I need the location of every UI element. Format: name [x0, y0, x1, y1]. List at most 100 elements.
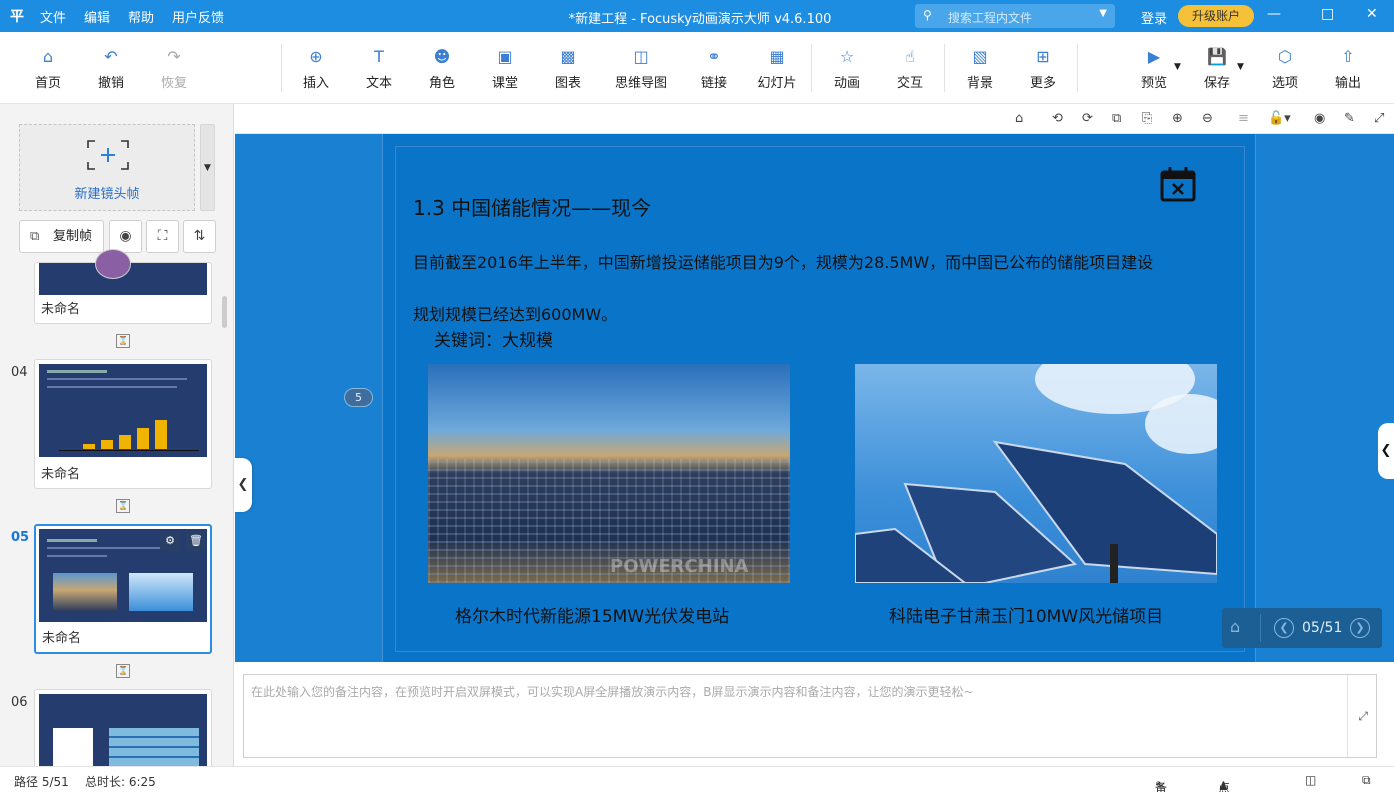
- menu-feedback[interactable]: 用户反馈: [172, 7, 224, 26]
- slide-paragraph-1[interactable]: 目前截至2016年上半年，中国新增投运储能项目为9个，规模为28.5MW，而中国…: [413, 249, 1153, 273]
- gear-icon: ⬡: [1278, 47, 1292, 66]
- maximize-icon[interactable]: □: [1321, 6, 1334, 22]
- lock-icon[interactable]: 🔓▾: [1268, 111, 1291, 126]
- solar-farm-photo[interactable]: POWERCHINA: [428, 364, 790, 583]
- frame-preview: [39, 529, 207, 622]
- new-frame-button[interactable]: 新建镜头帧: [19, 124, 195, 211]
- transition-icon[interactable]: ⌛: [116, 664, 130, 678]
- export-icon: ⇧: [1341, 47, 1355, 66]
- frame-thumbnail[interactable]: 未命名: [34, 249, 212, 324]
- previous-slide-button[interactable]: ❮: [1274, 618, 1294, 638]
- options-button[interactable]: ⬡ 选项: [1257, 46, 1313, 91]
- insert-button[interactable]: ⊕ 插入: [288, 46, 344, 91]
- solar-panels-photo[interactable]: [855, 364, 1217, 583]
- new-frame-label: 新建镜头帧: [74, 187, 140, 202]
- export-window-icon[interactable]: ⧉: [1362, 773, 1371, 788]
- copy-frame-label: 复制帧: [53, 229, 93, 244]
- link-button[interactable]: ⚭ 链接: [686, 46, 742, 91]
- navigator-divider: [1260, 614, 1261, 642]
- screen-icon[interactable]: ◫: [1305, 773, 1316, 787]
- rotate-right-icon[interactable]: ⟳: [1082, 111, 1093, 126]
- search-box[interactable]: ⚲ 搜索工程内文件 ▼: [915, 4, 1115, 28]
- photo-caption-2[interactable]: 科陆电子甘肃玉门10MW风光储项目: [889, 602, 1163, 627]
- paste-icon[interactable]: ⎘: [1142, 111, 1152, 126]
- zoom-in-icon[interactable]: ⊕: [1172, 111, 1183, 126]
- role-label: 角色: [428, 76, 455, 91]
- delete-icon[interactable]: 🗑: [186, 531, 206, 551]
- text-button[interactable]: T 文本: [351, 46, 407, 91]
- transition-icon[interactable]: ⌛: [116, 334, 130, 348]
- preview-dropdown-icon[interactable]: ▼: [1174, 62, 1181, 72]
- upgrade-button[interactable]: 升级账户: [1178, 5, 1254, 27]
- link-label: 链接: [700, 76, 727, 91]
- photo-caption-1[interactable]: 格尔木时代新能源15MW光伏发电站: [455, 602, 729, 627]
- home-button[interactable]: ⌂ 首页: [20, 46, 76, 91]
- status-bar: 路径 5/51 总时长: 6:25 ✎ 备注 ♟ 点名 ◫ ⧉: [0, 766, 1394, 792]
- expand-notes-icon[interactable]: ⤢: [1358, 709, 1368, 724]
- photo-watermark: POWERCHINA: [610, 556, 749, 577]
- slide-button[interactable]: ▦ 幻灯片: [749, 46, 805, 91]
- fit-frame-button[interactable]: ⛶: [146, 220, 179, 253]
- classroom-button[interactable]: ▣ 课堂: [477, 46, 533, 91]
- align-icon[interactable]: ≡: [1238, 111, 1249, 126]
- camera-icon: ◉: [119, 228, 132, 244]
- frame-name: 未命名: [41, 302, 81, 317]
- frame-number: 05: [11, 530, 30, 545]
- frame-thumbnail[interactable]: 未命名: [34, 359, 212, 489]
- slide-paragraph-2[interactable]: 规划规模已经达到600MW。: [413, 301, 617, 325]
- close-icon[interactable]: ✕: [1366, 6, 1378, 22]
- interact-button[interactable]: ☝ 交互: [882, 46, 938, 91]
- home-icon[interactable]: ⌂: [1230, 617, 1240, 636]
- more-button[interactable]: ⊞ 更多: [1015, 46, 1071, 91]
- chart-button[interactable]: ▩ 图表: [540, 46, 596, 91]
- home-view-icon[interactable]: ⌂: [1015, 111, 1023, 126]
- undo-button[interactable]: ↶ 撤销: [83, 46, 139, 91]
- menu-file[interactable]: 文件: [40, 7, 66, 26]
- calendar-x-icon[interactable]: [1159, 165, 1197, 203]
- copy-icon[interactable]: ⧉: [1112, 111, 1121, 126]
- slide-title[interactable]: 1.3 中国储能情况——现今: [413, 192, 651, 221]
- edit-icon[interactable]: ✎: [1344, 111, 1355, 126]
- copy-frame-button[interactable]: ⧉ 复制帧: [19, 220, 104, 253]
- background-button[interactable]: ▧ 背景: [952, 46, 1008, 91]
- slide-keyword[interactable]: 关键词：大规模: [434, 326, 553, 351]
- settings-icon[interactable]: ⚙: [160, 531, 180, 551]
- path-counter: 路径 5/51: [14, 775, 69, 789]
- role-button[interactable]: ☻ 角色: [414, 46, 470, 91]
- zoom-out-icon[interactable]: ⊖: [1202, 111, 1213, 126]
- collapse-left-panel-button[interactable]: ❮: [234, 458, 252, 512]
- export-button[interactable]: ⇧ 输出: [1320, 46, 1376, 91]
- mindmap-button[interactable]: ◫ 思维导图: [606, 46, 676, 91]
- toolbar-divider: [944, 44, 945, 92]
- collapse-right-panel-button[interactable]: ❮: [1378, 423, 1394, 479]
- login-link[interactable]: 登录: [1141, 8, 1167, 27]
- undo-icon: ↶: [104, 47, 118, 66]
- menu-edit[interactable]: 编辑: [84, 7, 110, 26]
- animation-button[interactable]: ☆ 动画: [819, 46, 875, 91]
- animation-label: 动画: [833, 76, 860, 91]
- frame-thumbnail-selected[interactable]: ⚙ 🗑 未命名: [34, 524, 212, 654]
- redo-button[interactable]: ↷ 恢复: [146, 46, 202, 91]
- swap-button[interactable]: ⇅: [183, 220, 216, 253]
- notes-area[interactable]: 在此处输入您的备注内容，在预览时开启双屏模式，可以实现A屏全屏播放演示内容，B屏…: [243, 674, 1377, 758]
- frame-thumbnail[interactable]: [34, 689, 212, 766]
- bar-chart-icon: ▩: [560, 47, 576, 66]
- path-number-badge[interactable]: 5: [344, 388, 373, 407]
- transition-icon[interactable]: ⌛: [116, 499, 130, 513]
- expand-icon[interactable]: ⤢: [1374, 111, 1384, 126]
- rotate-left-icon[interactable]: ⟲: [1052, 111, 1063, 126]
- frame-name: 未命名: [41, 467, 81, 482]
- save-dropdown-icon[interactable]: ▼: [1237, 62, 1244, 72]
- menu-bar: 文件 编辑 帮助 用户反馈: [40, 7, 242, 26]
- next-slide-button[interactable]: ❯: [1350, 618, 1370, 638]
- home-label: 首页: [34, 76, 61, 91]
- new-frame-dropdown[interactable]: ▼: [200, 124, 215, 211]
- camera-icon[interactable]: ◉: [1314, 111, 1325, 126]
- total-duration: 总时长: 6:25: [85, 775, 156, 789]
- chevron-left-icon: ❮: [1380, 443, 1392, 458]
- menu-help[interactable]: 帮助: [128, 7, 154, 26]
- minimize-icon[interactable]: —: [1267, 6, 1281, 22]
- redo-label: 恢复: [160, 76, 187, 91]
- chevron-down-icon[interactable]: ▼: [1099, 8, 1107, 19]
- scrollbar-thumb[interactable]: [222, 296, 227, 328]
